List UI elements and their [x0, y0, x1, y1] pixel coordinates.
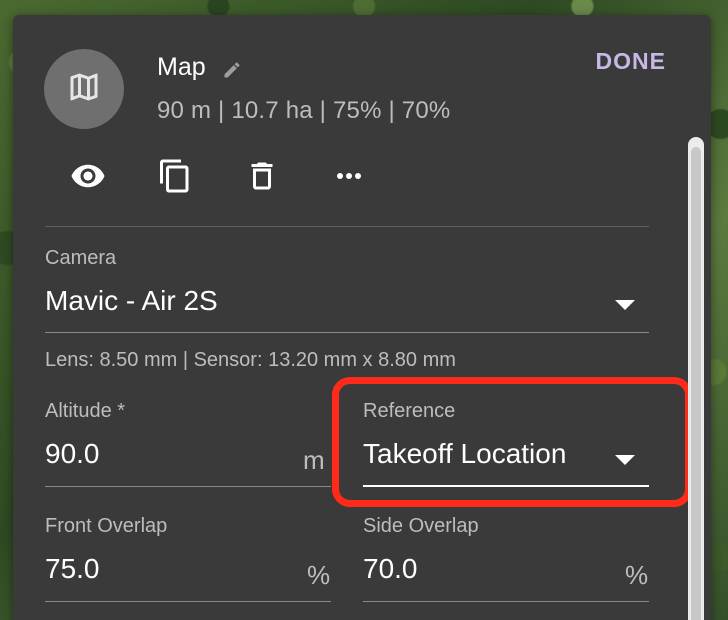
pencil-icon[interactable] [222, 58, 242, 78]
mission-panel: Map 90 m | 10.7 ha | 75% | 70% DONE Came… [13, 15, 711, 620]
mission-title: Map [157, 53, 242, 82]
eye-icon[interactable] [69, 158, 107, 194]
mission-summary: 90 m | 10.7 ha | 75% | 70% [157, 97, 451, 124]
camera-label: Camera [45, 247, 117, 269]
copy-icon[interactable] [156, 158, 194, 194]
camera-select-underline [45, 332, 649, 333]
chevron-down-icon[interactable] [615, 455, 635, 465]
reference-underline [363, 485, 649, 487]
front-overlap-input[interactable]: 75.0 [45, 553, 285, 585]
scrollbar-thumb[interactable] [691, 147, 701, 620]
side-overlap-underline [363, 601, 649, 602]
altitude-input[interactable]: 90.0 [45, 438, 285, 470]
side-overlap-label: Side Overlap [363, 515, 479, 537]
camera-specs: Lens: 8.50 mm | Sensor: 13.20 mm x 8.80 … [45, 349, 456, 371]
side-overlap-unit: % [625, 560, 649, 590]
mission-title-text: Map [157, 53, 206, 81]
front-overlap-unit: % [307, 560, 331, 590]
action-toolbar [69, 158, 417, 194]
trash-icon[interactable] [243, 158, 281, 194]
side-overlap-input[interactable]: 70.0 [363, 553, 603, 585]
reference-label: Reference [363, 400, 456, 422]
chevron-down-icon[interactable] [615, 300, 635, 310]
reference-select-value[interactable]: Takeoff Location [363, 438, 602, 470]
more-icon[interactable] [330, 158, 368, 194]
camera-select-value[interactable]: Mavic - Air 2S [45, 285, 605, 317]
altitude-label: Altitude * [45, 400, 126, 422]
scrollbar[interactable] [688, 137, 704, 620]
map-avatar [44, 49, 124, 129]
front-overlap-label: Front Overlap [45, 515, 168, 537]
divider [45, 226, 649, 227]
front-overlap-underline [45, 601, 331, 602]
map-icon [66, 69, 102, 110]
altitude-unit: m [303, 445, 325, 475]
done-button[interactable]: DONE [596, 48, 666, 75]
altitude-underline [45, 486, 331, 487]
